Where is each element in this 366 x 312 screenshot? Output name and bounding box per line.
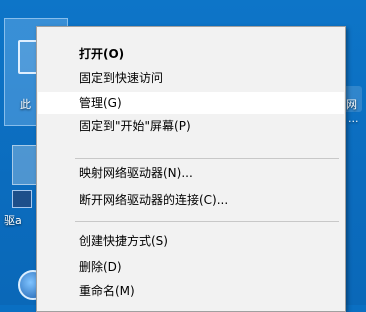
network-label: 网	[346, 98, 357, 111]
driver-label: 驱a	[4, 214, 22, 227]
menu-item-pin-start[interactable]: 固定到"开始"屏幕(P)	[38, 115, 344, 137]
menu-item-rename[interactable]: 重命名(M)	[38, 280, 344, 302]
context-menu: 打开(O) 固定到快速访问 管理(G) 固定到"开始"屏幕(P) 映射网络驱动器…	[36, 26, 346, 312]
menu-item-disconnect-network-drive[interactable]: 断开网络驱动器的连接(C)...	[38, 189, 344, 211]
this-pc-label: 此	[20, 98, 31, 111]
network-sublabel: ...	[348, 112, 359, 125]
shortcut-arrow-icon	[12, 190, 32, 208]
menu-separator	[75, 158, 339, 159]
menu-item-manage[interactable]: 管理(G)	[38, 92, 344, 114]
menu-item-map-network-drive[interactable]: 映射网络驱动器(N)...	[38, 162, 344, 184]
menu-item-open[interactable]: 打开(O)	[38, 43, 344, 65]
menu-item-create-shortcut[interactable]: 创建快捷方式(S)	[38, 230, 344, 252]
menu-item-delete[interactable]: 删除(D)	[38, 256, 344, 278]
menu-item-pin-quick-access[interactable]: 固定到快速访问	[38, 67, 344, 89]
menu-separator	[75, 221, 339, 222]
